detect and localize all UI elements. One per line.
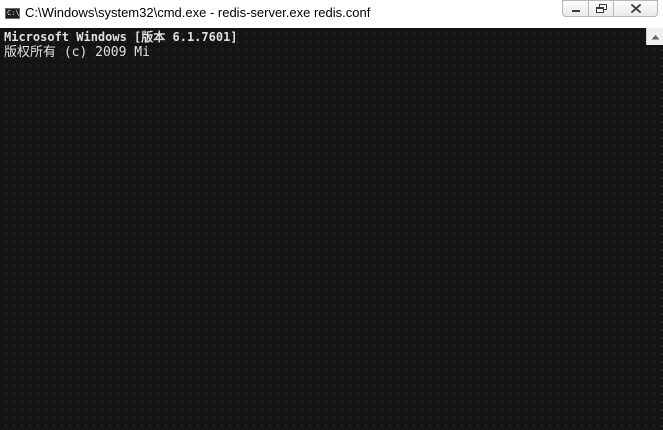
minimize-button[interactable] [562, 0, 589, 17]
window-title: C:\Windows\system32\cmd.exe - redis-serv… [25, 5, 371, 20]
cmd-prompt-icon[interactable]: C:\ [5, 8, 20, 19]
console-line: Microsoft Windows [版本 6.1.7601] [4, 30, 238, 44]
scroll-up-arrow-icon [651, 34, 659, 39]
console-output[interactable]: Microsoft Windows [版本 6.1.7601] 版权所有 (c)… [0, 28, 663, 430]
cmd-window: C:\ C:\Windows\system32\cmd.exe - redis-… [0, 0, 663, 430]
scrollbar-up-button[interactable] [646, 28, 663, 45]
caption-buttons [562, 0, 658, 17]
console-line: 版权所有 (c) 2009 Mi [4, 45, 150, 60]
maximize-button[interactable] [588, 0, 614, 17]
close-button[interactable] [613, 0, 658, 17]
title-bar[interactable]: C:\ C:\Windows\system32\cmd.exe - redis-… [0, 0, 663, 28]
minimize-icon [571, 9, 580, 12]
close-icon [630, 4, 641, 13]
maximize-icon [595, 4, 607, 13]
